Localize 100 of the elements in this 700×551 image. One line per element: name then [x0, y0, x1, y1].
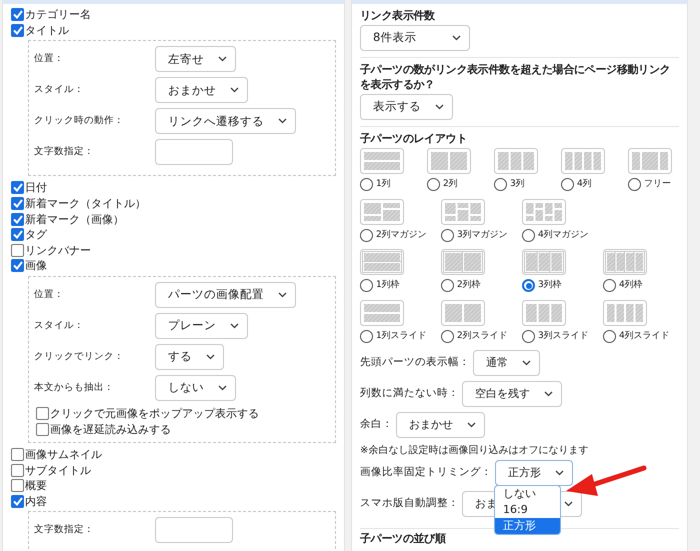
checkbox[interactable]	[11, 8, 24, 22]
radio-button[interactable]	[360, 228, 373, 242]
radio-label[interactable]: 3列	[510, 178, 525, 192]
radio-label[interactable]: 2列スライド	[457, 330, 508, 343]
caret-icon	[230, 322, 239, 329]
radio-button[interactable]	[441, 279, 454, 292]
setting-label: 文字数指定：	[34, 523, 95, 538]
setting-label: スタイル：	[34, 318, 85, 333]
radio-label[interactable]: 4列マガジン	[538, 228, 589, 242]
radio-button[interactable]	[494, 178, 507, 192]
dropdown-option[interactable]: 16:9	[495, 502, 560, 518]
setting-label: 文字数指定：	[34, 145, 95, 160]
checkbox[interactable]	[11, 244, 24, 257]
checkbox[interactable]	[11, 197, 24, 210]
radio-label[interactable]: 4列スライド	[619, 330, 670, 343]
caret-icon	[467, 422, 476, 428]
checkbox-label[interactable]: 内容	[25, 494, 47, 510]
radio-label[interactable]: 4列枠	[619, 279, 643, 292]
radio-button[interactable]	[360, 178, 373, 192]
radio-label[interactable]: 3列スライド	[538, 330, 589, 343]
setting-label: 位置：	[34, 288, 65, 302]
caret-icon	[435, 104, 444, 110]
checkbox-label[interactable]: 概要	[25, 478, 47, 494]
checkbox[interactable]	[11, 259, 24, 272]
select-field[interactable]: する	[155, 344, 224, 370]
checkbox[interactable]	[11, 228, 24, 242]
checkbox[interactable]	[11, 212, 24, 226]
radio-button[interactable]	[441, 228, 454, 242]
select-field[interactable]: おまかせ	[396, 412, 485, 438]
caret-icon	[278, 118, 287, 124]
checkbox[interactable]	[11, 479, 24, 492]
select-field[interactable]: 正方形	[495, 460, 573, 486]
radio-label[interactable]: 3列マガジン	[457, 228, 508, 242]
caret-icon	[555, 470, 564, 476]
checkbox-label[interactable]: リンクバナー	[25, 242, 91, 258]
setting-label: クリック時の動作：	[34, 114, 125, 128]
radio-button[interactable]	[603, 279, 616, 292]
select-field[interactable]: 空白を残す	[462, 381, 562, 407]
checkbox[interactable]	[11, 448, 24, 462]
caret-icon	[544, 391, 553, 397]
caret-icon	[452, 35, 461, 41]
checkbox-label[interactable]: タイトル	[25, 22, 69, 38]
select-field[interactable]: 左寄せ	[155, 46, 236, 72]
field-label: 余白：	[360, 417, 393, 432]
radio-label[interactable]: 2列枠	[457, 279, 481, 292]
radio-button[interactable]	[441, 330, 454, 343]
radio-label[interactable]: フリー	[644, 178, 671, 192]
checkbox-label[interactable]: 日付	[25, 180, 47, 196]
radio-label[interactable]: 2列	[443, 178, 458, 192]
select-field[interactable]: パーツの画像配置	[155, 282, 296, 308]
radio-label[interactable]: 1列スライド	[376, 330, 427, 343]
checkbox-label[interactable]: 画像	[25, 258, 47, 274]
caret-icon	[230, 87, 239, 94]
checkbox-label[interactable]: サブタイトル	[25, 462, 91, 478]
setting-label: 位置：	[34, 52, 65, 66]
radio-button[interactable]	[561, 178, 574, 192]
checkbox[interactable]	[36, 422, 49, 436]
setting-label: スタイル：	[34, 83, 85, 98]
field-label: スマホ版自動調整：	[360, 496, 459, 512]
text-field[interactable]	[155, 517, 233, 544]
radio-button[interactable]	[603, 330, 616, 343]
radio-button[interactable]	[427, 178, 440, 192]
section-title: 子パーツの数がリンク表示件数を超えた場合にページ移動リンクを表示するか？	[360, 62, 672, 92]
caret-icon	[206, 354, 215, 360]
select-field[interactable]: おまかせ	[155, 77, 248, 104]
checkbox[interactable]	[11, 181, 24, 194]
checkbox-label[interactable]: 新着マーク（画像）	[25, 212, 124, 227]
radio-label[interactable]: 2列マガジン	[376, 228, 427, 242]
checkbox-label[interactable]: 画像サムネイル	[25, 447, 102, 462]
checkbox-label[interactable]: 新着マーク（タイトル）	[25, 196, 146, 212]
caret-icon	[218, 56, 227, 62]
field-label: 画像比率固定トリミング：	[360, 465, 492, 480]
select-field[interactable]: 通常	[473, 350, 540, 376]
select-field[interactable]: 8件表示	[360, 25, 470, 51]
text-field[interactable]	[155, 139, 233, 166]
select-field[interactable]: しない	[155, 374, 236, 401]
radio-button[interactable]	[628, 178, 641, 192]
checkbox[interactable]	[36, 407, 49, 420]
checkbox-label[interactable]: タグ	[25, 227, 47, 242]
checkbox[interactable]	[11, 464, 24, 477]
checkbox[interactable]	[11, 495, 24, 508]
radio-button[interactable]	[360, 330, 373, 343]
radio-button[interactable]	[522, 279, 535, 292]
radio-label[interactable]: 1列枠	[376, 279, 400, 292]
radio-button[interactable]	[522, 330, 535, 343]
select-field[interactable]: 表示する	[360, 94, 453, 120]
radio-button[interactable]	[360, 279, 373, 292]
dropdown-option[interactable]: しない	[495, 486, 560, 502]
select-field[interactable]: プレーン	[155, 312, 248, 339]
checkbox[interactable]	[11, 24, 24, 37]
setting-label: 本文からも抽出：	[34, 380, 115, 395]
radio-button[interactable]	[522, 228, 535, 242]
radio-label[interactable]: 4列	[577, 178, 592, 192]
select-field[interactable]: リンクへ遷移する	[155, 108, 296, 134]
dropdown-option[interactable]: 正方形	[495, 518, 560, 534]
radio-label[interactable]: 3列枠	[538, 279, 562, 292]
checkbox-label[interactable]: カテゴリー名	[25, 7, 91, 22]
checkbox-label[interactable]: 画像を遅延読み込みする	[50, 422, 171, 437]
radio-label[interactable]: 1列	[376, 178, 391, 192]
checkbox-label[interactable]: クリックで元画像をポップアップ表示する	[50, 406, 259, 422]
